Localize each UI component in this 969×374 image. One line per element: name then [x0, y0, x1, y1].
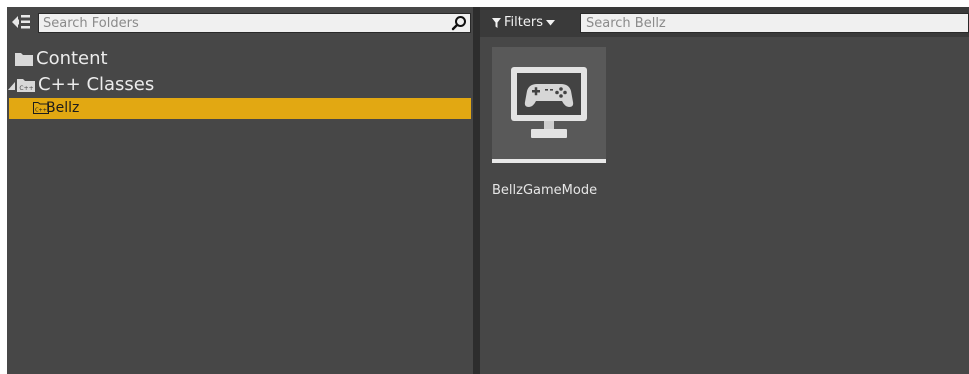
search-assets-field[interactable]: [580, 13, 969, 33]
tree-item-bellz[interactable]: C++ Bellz: [9, 98, 471, 119]
chevron-down-icon: [545, 20, 555, 26]
filters-label: Filters: [504, 15, 543, 30]
search-folders-input[interactable]: [43, 14, 443, 32]
cpp-folder-icon: C++: [17, 79, 35, 92]
svg-text:C++: C++: [19, 85, 33, 92]
folder-panel: Content C++ C++ Classes C++ Bellz: [7, 7, 473, 374]
asset-toolbar: Filters: [480, 7, 969, 37]
asset-name-label: BellzGameMode: [492, 183, 598, 198]
folder-toolbar: [7, 7, 473, 37]
tree-item-label: Bellz: [46, 100, 80, 116]
expand-arrow-icon[interactable]: [8, 82, 15, 90]
content-browser: Content C++ C++ Classes C++ Bellz: [7, 7, 969, 374]
tree-item-label: C++ Classes: [38, 74, 155, 95]
toggle-sources-icon[interactable]: [10, 13, 32, 31]
tree-item-content[interactable]: Content: [7, 48, 473, 70]
folder-icon: [15, 53, 33, 66]
filters-button[interactable]: Filters: [492, 13, 555, 33]
asset-panel: Filters Search Bellz BellzGameMode: [480, 7, 969, 374]
asset-tile-bellzgamemode[interactable]: [492, 47, 606, 163]
search-assets-input[interactable]: [586, 14, 956, 32]
tree-item-cpp-classes[interactable]: C++ C++ Classes: [7, 74, 473, 96]
filter-icon: [492, 18, 501, 28]
game-mode-icon: [511, 67, 587, 138]
asset-type-bar: [492, 159, 606, 163]
tree-item-label: Content: [36, 48, 108, 69]
panel-splitter[interactable]: [473, 7, 480, 374]
search-icon[interactable]: [451, 15, 467, 31]
search-folders-field[interactable]: [38, 13, 471, 33]
